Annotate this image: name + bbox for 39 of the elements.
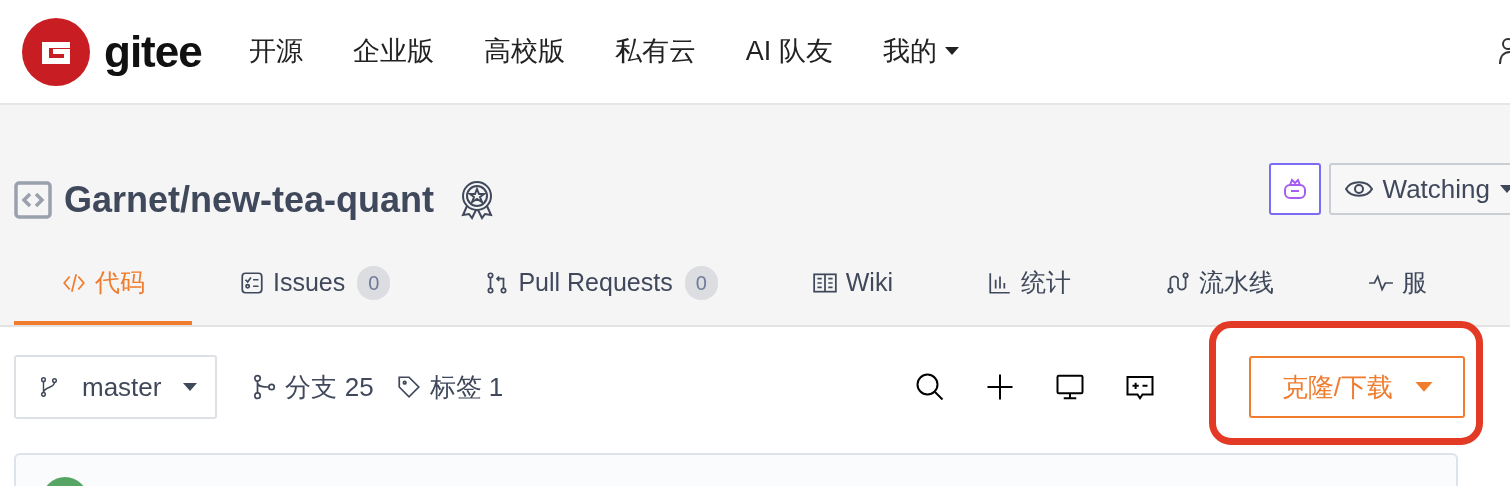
branches-icon	[251, 373, 278, 401]
user-icon[interactable]	[1498, 38, 1510, 64]
branch-icon	[38, 374, 60, 400]
logo-icon	[22, 17, 90, 86]
search-icon[interactable]	[915, 372, 946, 402]
caret-icon	[1414, 381, 1433, 393]
eye-icon	[1344, 179, 1373, 199]
nav-link[interactable]: 企业版	[352, 31, 434, 72]
watch-button[interactable]: Watching	[1328, 163, 1510, 215]
branch-count[interactable]: 分支 25	[285, 367, 374, 407]
tab[interactable]: 统计	[940, 245, 1118, 325]
tab[interactable]: Pull Requests 0	[437, 245, 765, 325]
repo-icon	[14, 181, 52, 219]
bar-chart-icon	[987, 270, 1013, 296]
branch-dropdown[interactable]: master	[14, 355, 218, 419]
pipeline-icon	[1165, 270, 1191, 296]
nav-link[interactable]: 高校版	[483, 31, 565, 72]
repo-title: Garnet/new-tea-quant	[64, 178, 435, 222]
tag-count[interactable]: 标签 1	[429, 367, 504, 407]
robot-icon	[1281, 176, 1308, 202]
nav-link[interactable]: AI 队友	[745, 31, 833, 72]
tab[interactable]: Issues 0	[192, 245, 438, 325]
plus-icon[interactable]	[985, 372, 1016, 402]
monitor-icon[interactable]	[1055, 372, 1086, 402]
checklist-icon	[239, 270, 265, 296]
count-badge: 0	[684, 266, 718, 300]
tab[interactable]: Wiki	[764, 245, 940, 325]
caret-icon	[1500, 184, 1510, 194]
logo-text: gitee	[104, 25, 202, 78]
nav-link[interactable]: 我的	[882, 31, 959, 72]
book-icon	[811, 270, 838, 296]
nav-link[interactable]: 私有云	[614, 31, 696, 72]
count-badge: 0	[357, 266, 391, 300]
nav-link[interactable]: 开源	[248, 31, 303, 72]
tab[interactable]: 流水线	[1118, 245, 1321, 325]
caret-icon	[183, 382, 198, 392]
tag-icon	[395, 374, 422, 400]
tab[interactable]: 服	[1321, 245, 1427, 325]
ai-button[interactable]	[1268, 163, 1321, 215]
